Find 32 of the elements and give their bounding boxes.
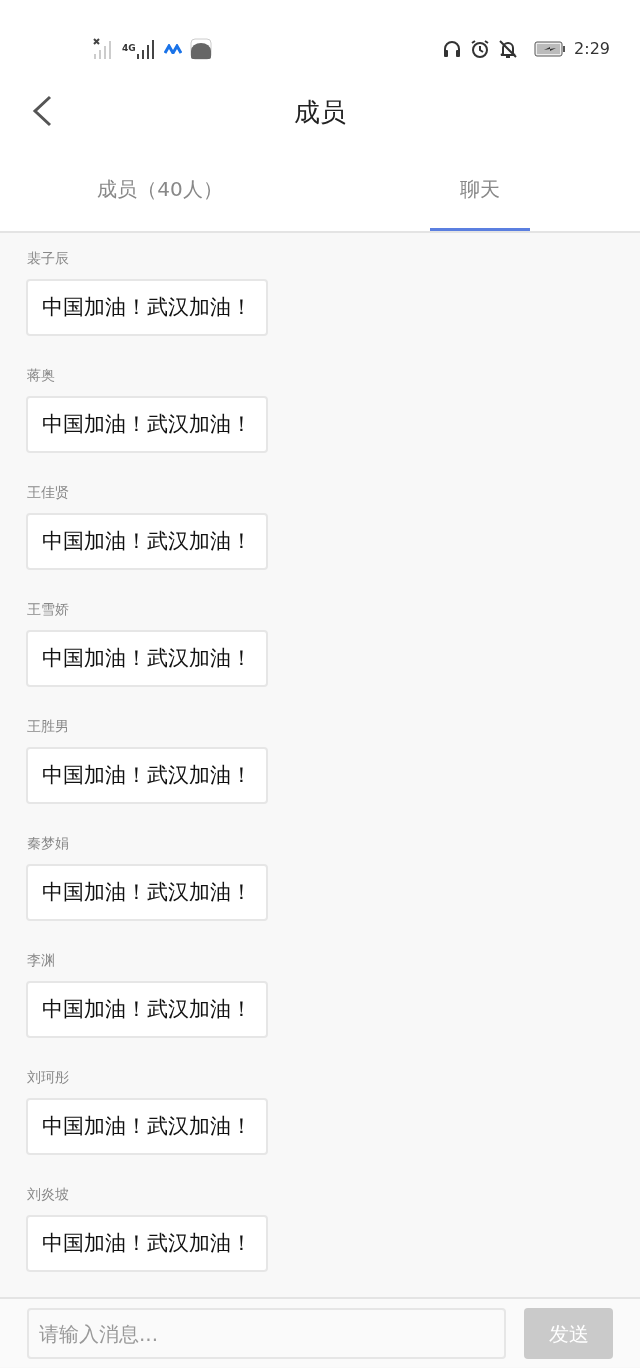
sender-name: 裴子辰 — [27, 249, 70, 268]
sender-name: 蒋奥 — [27, 366, 56, 385]
tab[interactable]: 成员（40人） — [67, 150, 253, 231]
back-button[interactable] — [30, 95, 54, 127]
message-bubble: 中国加油！武汉加油！ — [26, 630, 268, 687]
network-type-label: 4G — [122, 44, 136, 53]
sender-name: 王胜男 — [27, 717, 70, 736]
signal-off-icon — [92, 37, 114, 60]
message-bubble: 中国加油！武汉加油！ — [26, 1215, 268, 1272]
sender-name: 刘珂彤 — [27, 1068, 70, 1087]
sender-name: 刘炎坡 — [27, 1185, 70, 1204]
message-bubble: 中国加油！武汉加油！ — [26, 747, 268, 804]
sender-name: 王雪娇 — [27, 600, 70, 619]
battery-charging-icon — [534, 40, 567, 57]
page-title: 成员 — [294, 96, 346, 129]
alarm-icon — [470, 38, 491, 59]
message-bubble: 中国加油！武汉加油！ — [26, 279, 268, 336]
message-bubble: 中国加油！武汉加油！ — [26, 1098, 268, 1155]
message-bubble: 中国加油！武汉加油！ — [26, 396, 268, 453]
clock-time: 2:29 — [574, 37, 610, 60]
message-bubble: 中国加油！武汉加油！ — [26, 981, 268, 1038]
sender-name: 秦梦娟 — [27, 834, 70, 853]
sender-name: 王佳贤 — [27, 483, 70, 502]
headphones-icon — [442, 38, 463, 59]
message-bubble: 中国加油！武汉加油！ — [26, 864, 268, 921]
tab[interactable]: 聊天 — [430, 150, 530, 231]
app-icon — [189, 37, 212, 60]
message-bubble: 中国加油！武汉加油！ — [26, 513, 268, 570]
signal-icon — [135, 38, 156, 59]
bell-off-icon — [498, 38, 519, 59]
message-input[interactable]: 请输入消息... — [27, 1308, 506, 1359]
sender-name: 李渊 — [27, 951, 56, 970]
